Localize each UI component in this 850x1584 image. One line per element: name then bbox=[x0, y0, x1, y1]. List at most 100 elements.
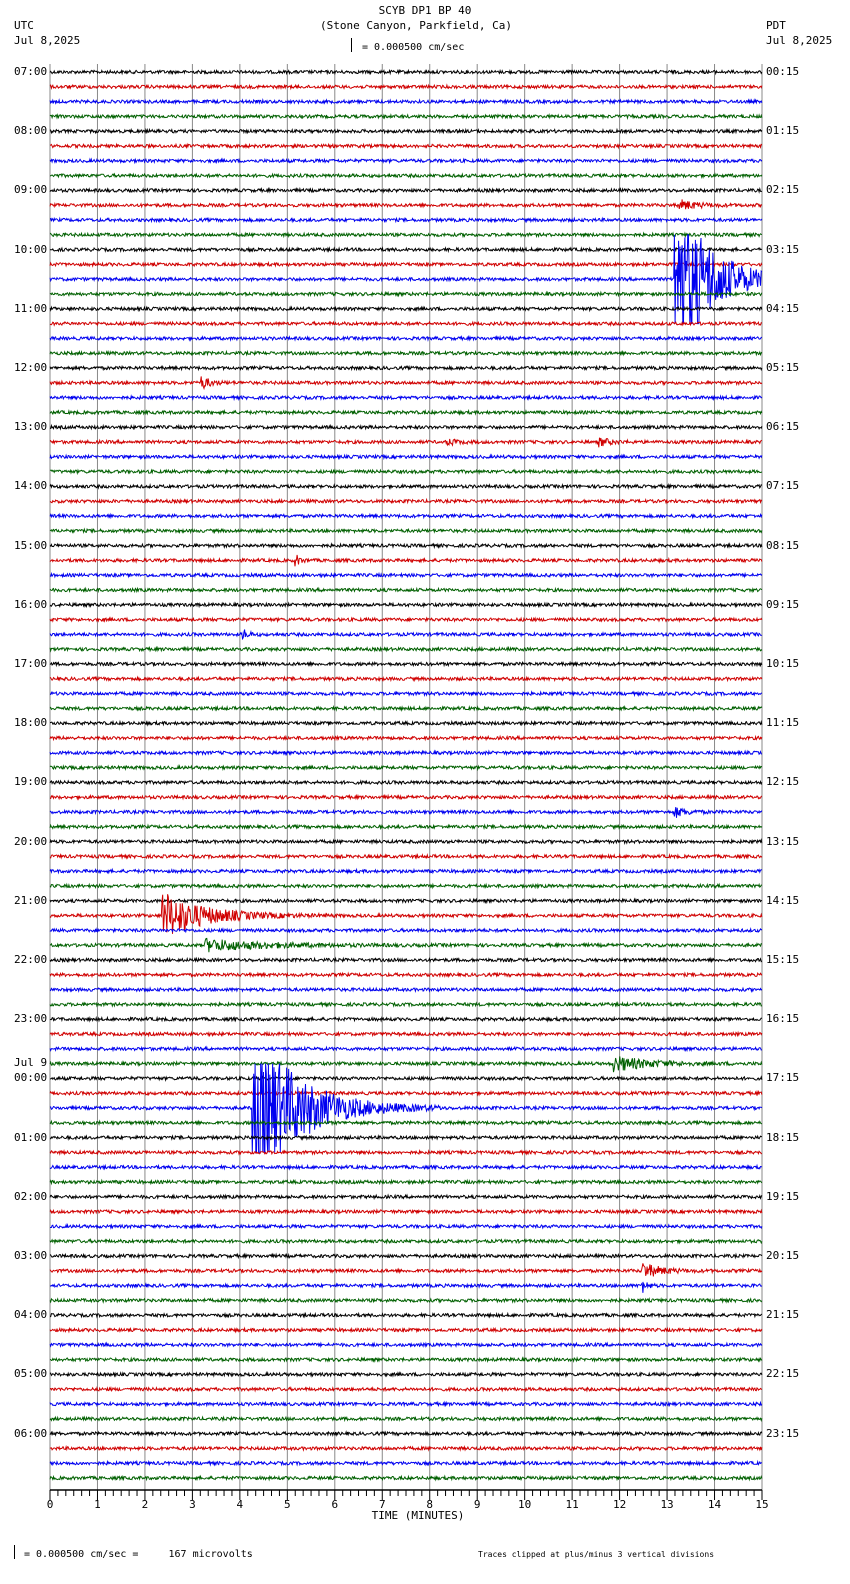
trace-line bbox=[49, 512, 763, 520]
helicorder-plot bbox=[49, 64, 763, 1500]
utc-hour-label: 07:00 bbox=[14, 65, 48, 78]
utc-hour-label: 11:00 bbox=[14, 301, 48, 315]
trace-line bbox=[49, 542, 763, 550]
pdt-hour-label: 01:15 bbox=[766, 124, 800, 138]
pdt-hour-label: 09:15 bbox=[766, 597, 800, 611]
pdt-hour-label: 15:15 bbox=[766, 953, 800, 966]
trace-line bbox=[49, 1000, 763, 1008]
trace-line bbox=[49, 971, 763, 979]
trace-line bbox=[49, 749, 763, 757]
utc-hour-label: 12:00 bbox=[14, 361, 48, 374]
trace-line bbox=[49, 1341, 763, 1349]
trace-line bbox=[49, 320, 763, 328]
trace-line bbox=[49, 1148, 763, 1156]
trace-line bbox=[49, 690, 763, 698]
utc-hour-label: 06:00 bbox=[14, 1426, 48, 1440]
pdt-hour-label: 16:15 bbox=[766, 1012, 800, 1026]
utc-hour-label: 17:00 bbox=[14, 657, 48, 670]
trace-line bbox=[49, 199, 762, 210]
trace-line bbox=[49, 1193, 763, 1201]
utc-hour-label: 19:00 bbox=[14, 775, 48, 789]
trace-line bbox=[49, 779, 763, 786]
trace-line bbox=[49, 376, 763, 391]
trace-line bbox=[49, 127, 763, 135]
trace-line bbox=[49, 68, 763, 76]
pdt-hour-label: 02:15 bbox=[766, 183, 800, 197]
trace-line bbox=[49, 764, 763, 772]
trace-line bbox=[49, 437, 763, 448]
utc-hour-label: 04:00 bbox=[14, 1308, 48, 1322]
pdt-hour-label: 11:15 bbox=[766, 716, 800, 730]
utc-hour-label: 16:00 bbox=[14, 597, 48, 611]
trace-line bbox=[49, 305, 763, 313]
trace-line bbox=[49, 1370, 763, 1378]
trace-line bbox=[49, 408, 763, 416]
trace-line bbox=[49, 1281, 763, 1293]
trace-line bbox=[50, 1075, 763, 1082]
trace-line bbox=[49, 157, 763, 165]
utc-hour-label: 23:00 bbox=[14, 1012, 48, 1026]
trace-line bbox=[49, 468, 763, 476]
x-axis-label: TIME (MINUTES) bbox=[371, 1509, 465, 1522]
trace-line bbox=[49, 1415, 763, 1423]
trace-line bbox=[49, 1063, 763, 1155]
trace-line bbox=[49, 142, 763, 150]
pdt-hour-label: 05:15 bbox=[766, 361, 800, 374]
trace-line bbox=[49, 1385, 763, 1393]
trace-line bbox=[49, 1119, 763, 1127]
trace-line bbox=[49, 956, 763, 964]
trace-line bbox=[49, 897, 763, 905]
trace-line bbox=[49, 1178, 763, 1186]
trace-line bbox=[49, 867, 763, 875]
footer-scale-label: = 0.000500 cm/sec = 167 microvolts bbox=[24, 1549, 253, 1560]
date-change-label: Jul 9 bbox=[14, 1056, 48, 1070]
pdt-hour-label: 22:15 bbox=[766, 1367, 800, 1381]
trace-line bbox=[49, 571, 763, 579]
clip-note: Traces clipped at plus/minus 3 vertical … bbox=[478, 1550, 715, 1559]
trace-line bbox=[49, 601, 763, 609]
trace-line bbox=[49, 660, 763, 668]
footer-scale-bar-icon bbox=[14, 1545, 15, 1559]
trace-line bbox=[49, 172, 763, 180]
trace-line bbox=[49, 364, 763, 372]
trace-line bbox=[49, 1263, 763, 1277]
pdt-hour-label: 13:15 bbox=[766, 834, 800, 848]
pdt-hour-label: 23:15 bbox=[766, 1426, 800, 1440]
utc-hour-label: 15:00 bbox=[14, 538, 48, 552]
pdt-hour-label: 20:15 bbox=[766, 1249, 800, 1262]
pdt-hour-label: 12:15 bbox=[766, 775, 800, 789]
pdt-hour-label: 19:15 bbox=[766, 1189, 800, 1203]
trace-line bbox=[49, 1208, 763, 1215]
trace-line bbox=[49, 497, 763, 505]
trace-line bbox=[49, 83, 763, 91]
trace-line bbox=[49, 734, 763, 742]
trace-line bbox=[49, 852, 763, 860]
pdt-hour-label: 18:15 bbox=[766, 1130, 800, 1144]
utc-hour-label: 08:00 bbox=[14, 124, 48, 138]
pdt-hour-label: 03:15 bbox=[766, 242, 800, 256]
utc-hour-label: 21:00 bbox=[14, 893, 48, 907]
pdt-hour-label: 10:15 bbox=[766, 657, 800, 670]
trace-line bbox=[49, 1015, 763, 1023]
trace-line bbox=[49, 1400, 763, 1408]
trace-line bbox=[49, 349, 763, 357]
utc-hour-label: 20:00 bbox=[14, 834, 48, 848]
pdt-hour-label: 14:15 bbox=[766, 893, 800, 907]
trace-line bbox=[49, 554, 763, 567]
trace-line bbox=[49, 1459, 763, 1467]
trace-line bbox=[49, 823, 763, 831]
trace-line bbox=[49, 453, 763, 461]
trace-line bbox=[49, 260, 763, 268]
pdt-hour-label: 07:15 bbox=[766, 479, 800, 493]
trace-line bbox=[49, 645, 763, 653]
trace-line bbox=[49, 1045, 763, 1053]
trace-line bbox=[49, 216, 763, 224]
trace-line bbox=[49, 586, 763, 594]
utc-hour-label: 05:00 bbox=[14, 1367, 48, 1381]
trace-line bbox=[49, 186, 763, 194]
pdt-hour-label: 17:15 bbox=[766, 1071, 800, 1085]
trace-line bbox=[49, 793, 763, 801]
pdt-hour-label: 06:15 bbox=[766, 420, 800, 434]
utc-hour-label: 14:00 bbox=[14, 479, 48, 493]
trace-line bbox=[49, 1474, 763, 1482]
